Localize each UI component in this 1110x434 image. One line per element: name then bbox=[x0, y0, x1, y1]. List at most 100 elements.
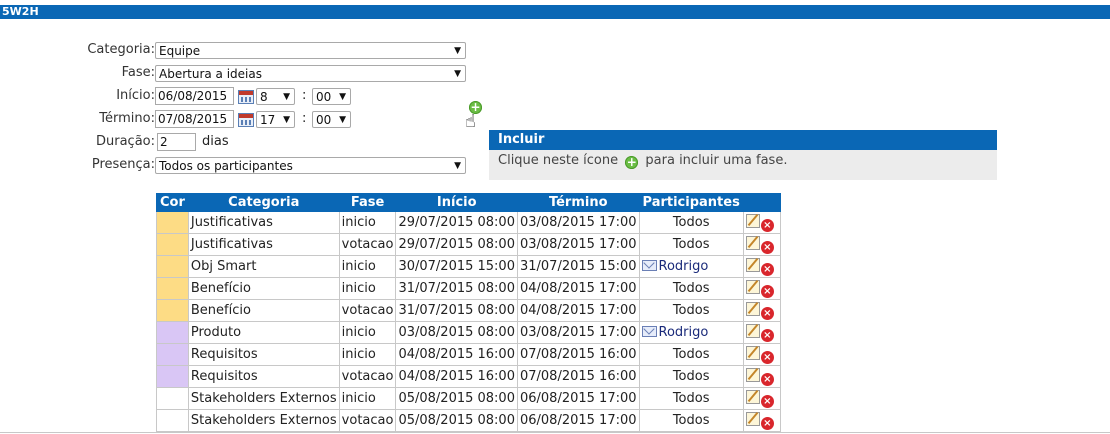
cell-participantes: Todos bbox=[638, 233, 744, 256]
delete-icon[interactable]: × bbox=[760, 350, 774, 364]
cell-inicio: 31/07/2015 08:00 bbox=[395, 299, 518, 322]
participant-text: Todos bbox=[672, 303, 710, 318]
fase-label: Fase: bbox=[121, 65, 155, 80]
row-actions: × bbox=[742, 277, 781, 300]
inicio-row: Início: 06/08/2015 8 ▼ : 00 ▼ bbox=[0, 86, 360, 106]
table-row: Justificativas inicio 29/07/2015 08:00 03/0… bbox=[156, 211, 781, 234]
participant-text: Todos bbox=[672, 413, 710, 428]
termino-hour-select[interactable]: 17 ▼ bbox=[256, 111, 295, 128]
col-header-fase: Fase bbox=[338, 193, 397, 212]
presenca-select[interactable]: Todos os participantes ▼ bbox=[155, 157, 466, 174]
edit-icon[interactable] bbox=[745, 257, 760, 272]
include-tooltip: Incluir Clique neste ícone + para inclui… bbox=[489, 130, 997, 180]
fase-value: Abertura a ideias bbox=[159, 67, 262, 81]
calendar-icon[interactable] bbox=[238, 113, 254, 127]
cell-fase: inicio bbox=[338, 343, 397, 366]
cell-categoria: Stakeholders Externos bbox=[187, 387, 340, 410]
col-header-inicio: Início bbox=[395, 193, 518, 212]
time-separator: : bbox=[302, 88, 307, 103]
inicio-hour-select[interactable]: 8 ▼ bbox=[256, 88, 295, 105]
cell-categoria: Benefício bbox=[187, 299, 340, 322]
inicio-date-input[interactable]: 06/08/2015 bbox=[155, 87, 234, 105]
termino-date-input[interactable]: 07/08/2015 bbox=[155, 110, 234, 128]
delete-icon[interactable]: × bbox=[760, 416, 774, 430]
delete-icon[interactable]: × bbox=[760, 218, 774, 232]
participant-text: Todos bbox=[672, 281, 710, 296]
cell-categoria: Benefício bbox=[187, 277, 340, 300]
color-swatch bbox=[156, 321, 189, 344]
cell-termino: 07/08/2015 16:00 bbox=[516, 343, 640, 366]
table-row: Justificativas votacao 29/07/2015 08:00 03/… bbox=[156, 233, 781, 256]
cell-participantes[interactable]: Rodrigo bbox=[638, 255, 744, 278]
termino-label: Término: bbox=[99, 111, 155, 126]
delete-icon[interactable]: × bbox=[760, 284, 774, 298]
categoria-value: Equipe bbox=[159, 44, 201, 58]
edit-icon[interactable] bbox=[745, 279, 760, 294]
bottom-divider bbox=[0, 432, 1110, 433]
delete-icon[interactable]: × bbox=[760, 394, 774, 408]
fase-select[interactable]: Abertura a ideias ▼ bbox=[155, 65, 466, 82]
cell-fase: inicio bbox=[338, 255, 397, 278]
color-swatch bbox=[156, 365, 189, 388]
table-row: Requisitos inicio 04/08/2015 16:00 07/08/20… bbox=[156, 343, 781, 366]
cell-fase: inicio bbox=[338, 211, 397, 234]
tooltip-text-after: para incluir uma fase. bbox=[645, 153, 788, 168]
delete-icon[interactable]: × bbox=[760, 328, 774, 342]
termino-hour-value: 17 bbox=[260, 113, 276, 127]
termino-minute-select[interactable]: 00 ▼ bbox=[312, 111, 351, 128]
cell-inicio: 29/07/2015 08:00 bbox=[395, 211, 518, 234]
participant-text: Todos bbox=[672, 391, 710, 406]
edit-icon[interactable] bbox=[745, 367, 760, 382]
chevron-down-icon: ▼ bbox=[339, 115, 346, 125]
duracao-unit: dias bbox=[202, 134, 229, 149]
chevron-down-icon: ▼ bbox=[454, 69, 461, 79]
cell-inicio: 30/07/2015 15:00 bbox=[395, 255, 518, 278]
table-row: Stakeholders Externos inicio 05/08/2015 08… bbox=[156, 387, 781, 410]
row-actions: × bbox=[742, 387, 781, 410]
row-actions: × bbox=[742, 299, 781, 322]
row-actions: × bbox=[742, 365, 781, 388]
participant-icon bbox=[641, 260, 657, 271]
cell-categoria: Justificativas bbox=[187, 233, 340, 256]
delete-icon[interactable]: × bbox=[760, 306, 774, 320]
row-actions: × bbox=[742, 211, 781, 234]
delete-icon[interactable]: × bbox=[760, 240, 774, 254]
categoria-select[interactable]: Equipe ▼ bbox=[155, 42, 466, 59]
edit-icon[interactable] bbox=[745, 345, 760, 360]
cell-categoria: Requisitos bbox=[187, 365, 340, 388]
edit-icon[interactable] bbox=[745, 213, 760, 228]
row-actions: × bbox=[742, 321, 781, 344]
row-actions: × bbox=[742, 233, 781, 256]
title-bar: 5W2H bbox=[0, 0, 1110, 19]
delete-icon[interactable]: × bbox=[760, 262, 774, 276]
edit-icon[interactable] bbox=[745, 323, 760, 338]
phases-table: Cor Categoria Fase Início Término Partic… bbox=[156, 193, 781, 432]
edit-icon[interactable] bbox=[745, 301, 760, 316]
delete-icon[interactable]: × bbox=[760, 372, 774, 386]
edit-icon[interactable] bbox=[745, 235, 760, 250]
color-swatch bbox=[156, 299, 189, 322]
duracao-input[interactable]: 2 bbox=[157, 133, 196, 151]
edit-icon[interactable] bbox=[745, 411, 760, 426]
cell-fase: votacao bbox=[338, 299, 397, 322]
duracao-label: Duração: bbox=[95, 134, 155, 149]
cell-participantes: Todos bbox=[638, 299, 744, 322]
participant-text: Todos bbox=[672, 347, 710, 362]
categoria-row: Categoria: Equipe ▼ bbox=[0, 40, 470, 60]
cell-inicio: 05/08/2015 08:00 bbox=[395, 409, 518, 432]
calendar-icon[interactable] bbox=[238, 90, 254, 104]
edit-icon[interactable] bbox=[745, 389, 760, 404]
title-bar-stripe bbox=[0, 5, 1110, 19]
cell-participantes: Todos bbox=[638, 343, 744, 366]
cell-termino: 04/08/2015 17:00 bbox=[516, 299, 640, 322]
cell-participantes[interactable]: Rodrigo bbox=[638, 321, 744, 344]
col-header-categoria: Categoria bbox=[187, 193, 340, 212]
cell-categoria: Justificativas bbox=[187, 211, 340, 234]
inicio-minute-select[interactable]: 00 ▼ bbox=[312, 88, 351, 105]
tooltip-title: Incluir bbox=[489, 130, 997, 150]
table-row: Obj Smart inicio 30/07/2015 15:00 31/07/201… bbox=[156, 255, 781, 278]
cell-categoria: Stakeholders Externos bbox=[187, 409, 340, 432]
participant-text: Rodrigo bbox=[658, 259, 709, 274]
participant-icon bbox=[641, 326, 657, 337]
table-row: Benefício inicio 31/07/2015 08:00 04/08/201… bbox=[156, 277, 781, 300]
